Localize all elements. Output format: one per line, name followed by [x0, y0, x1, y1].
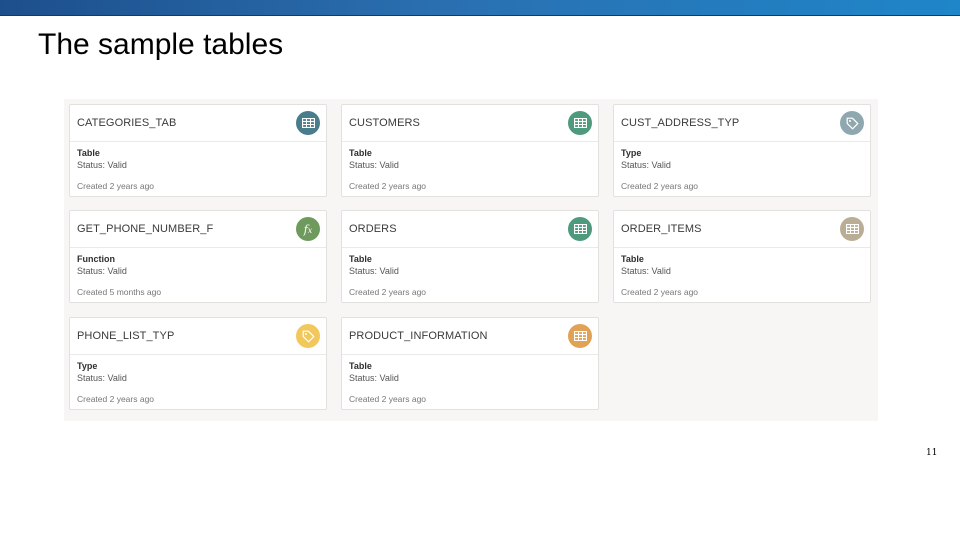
card-header: CATEGORIES_TAB — [70, 105, 326, 142]
card-object-type: Function — [77, 254, 115, 264]
card-status: Status: Valid — [77, 160, 127, 170]
card-object-name[interactable]: PRODUCT_INFORMATION — [349, 330, 488, 342]
table-icon — [840, 217, 864, 241]
card-created: Created 2 years ago — [621, 181, 699, 191]
table-icon — [568, 324, 592, 348]
card-created: Created 2 years ago — [349, 287, 427, 297]
card-created: Created 2 years ago — [77, 394, 155, 404]
card-object-name[interactable]: ORDER_ITEMS — [621, 223, 702, 235]
card-created: Created 2 years ago — [77, 181, 155, 191]
table-icon — [568, 217, 592, 241]
card-object-name[interactable]: ORDERS — [349, 223, 397, 235]
card-status: Status: Valid — [349, 373, 399, 383]
card-object-name[interactable]: PHONE_LIST_TYP — [77, 330, 174, 342]
card-header: CUSTOMERS — [342, 105, 598, 142]
card-status: Status: Valid — [349, 266, 399, 276]
card-created: Created 2 years ago — [349, 394, 427, 404]
card-status: Status: Valid — [621, 160, 671, 170]
top-banner — [0, 0, 960, 16]
object-card[interactable]: PHONE_LIST_TYP Type Status: Valid Created 2… — [69, 317, 327, 410]
card-object-name[interactable]: CUST_ADDRESS_TYP — [621, 117, 739, 129]
tag-icon — [840, 111, 864, 135]
card-header: PHONE_LIST_TYP — [70, 318, 326, 355]
card-status: Status: Valid — [349, 160, 399, 170]
card-created: Created 2 years ago — [621, 287, 699, 297]
card-object-type: Type — [621, 148, 642, 158]
tag-icon — [296, 324, 320, 348]
object-card[interactable]: CUSTOMERS Table Status: Valid Created 2 yea… — [341, 104, 599, 197]
card-header: ORDER_ITEMS — [614, 211, 870, 248]
slide-title: The sample tables — [38, 28, 284, 61]
card-header: CUST_ADDRESS_TYP — [614, 105, 870, 142]
card-object-name[interactable]: CUSTOMERS — [349, 117, 420, 129]
card-created: Created 2 years ago — [349, 181, 427, 191]
card-status: Status: Valid — [77, 373, 127, 383]
card-status: Status: Valid — [621, 266, 671, 276]
card-object-type: Table — [349, 148, 372, 158]
object-card[interactable]: CUST_ADDRESS_TYP Type Status: Valid Created… — [613, 104, 871, 197]
card-object-type: Type — [77, 361, 98, 371]
function-icon: fx — [296, 217, 320, 241]
card-header: GET_PHONE_NUMBER_F fx — [70, 211, 326, 248]
card-object-type: Table — [349, 361, 372, 371]
object-card[interactable]: ORDER_ITEMS Table Status: Valid Created 2 y… — [613, 210, 871, 303]
page-number: 11 — [926, 448, 938, 458]
card-header: PRODUCT_INFORMATION — [342, 318, 598, 355]
card-created: Created 5 months ago — [77, 287, 162, 297]
table-icon — [296, 111, 320, 135]
card-object-name[interactable]: CATEGORIES_TAB — [77, 117, 176, 129]
object-card[interactable]: CATEGORIES_TAB Table Status: Valid Created … — [69, 104, 327, 197]
card-object-type: Table — [349, 254, 372, 264]
card-object-name[interactable]: GET_PHONE_NUMBER_F — [77, 223, 213, 235]
object-card[interactable]: GET_PHONE_NUMBER_F fx Function Status: Vali… — [69, 210, 327, 303]
card-object-type: Table — [77, 148, 100, 158]
object-card[interactable]: ORDERS Table Status: Valid Created 2 years … — [341, 210, 599, 303]
table-icon — [568, 111, 592, 135]
card-object-type: Table — [621, 254, 644, 264]
object-card-grid: CATEGORIES_TAB Table Status: Valid Created … — [64, 99, 878, 421]
card-header: ORDERS — [342, 211, 598, 248]
card-status: Status: Valid — [77, 266, 127, 276]
object-card[interactable]: PRODUCT_INFORMATION Table Status: Valid Cre… — [341, 317, 599, 410]
